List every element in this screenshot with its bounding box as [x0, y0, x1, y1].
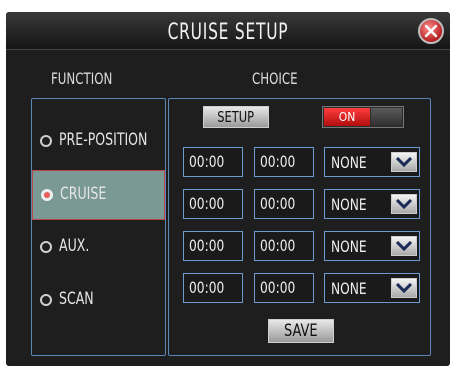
dropdown-button[interactable]	[391, 152, 417, 172]
option-select-4[interactable]: NONE	[324, 273, 420, 303]
choice-panel	[168, 98, 431, 356]
function-item-pre-position[interactable]: PRE-POSITION	[32, 117, 165, 167]
start-time-field-4[interactable]: 00:00	[183, 273, 243, 303]
function-item-scan[interactable]: SCAN	[32, 276, 165, 326]
choice-header: CHOICE	[252, 69, 298, 88]
option-select-1[interactable]: NONE	[324, 147, 420, 177]
option-value: NONE	[331, 195, 367, 214]
setup-button-label: SETUP	[217, 108, 255, 126]
end-time-field-2[interactable]: 00:00	[254, 189, 314, 219]
save-button[interactable]: SAVE	[268, 319, 334, 343]
start-time-value: 00:00	[189, 152, 225, 171]
end-time-field-1[interactable]: 00:00	[254, 147, 314, 177]
option-value: NONE	[331, 279, 367, 298]
end-time-field-3[interactable]: 00:00	[254, 231, 314, 261]
toggle-off-segment	[371, 108, 402, 126]
function-item-label: AUX.	[59, 236, 90, 256]
end-time-value: 00:00	[260, 152, 296, 171]
end-time-field-4[interactable]: 00:00	[254, 273, 314, 303]
option-value: NONE	[331, 153, 367, 172]
start-time-field-3[interactable]: 00:00	[183, 231, 243, 261]
save-button-label: SAVE	[284, 321, 318, 341]
start-time-value: 00:00	[189, 278, 225, 297]
close-icon	[424, 24, 438, 38]
function-header: FUNCTION	[51, 69, 113, 88]
option-value: NONE	[331, 237, 367, 256]
end-time-value: 00:00	[260, 236, 296, 255]
chevron-down-icon	[396, 157, 412, 167]
start-time-field-2[interactable]: 00:00	[183, 189, 243, 219]
dialog-title: CRUISE SETUP	[167, 20, 289, 45]
function-item-cruise[interactable]: CRUISE	[32, 170, 165, 220]
chevron-down-icon	[396, 241, 412, 251]
function-item-label: CRUISE	[60, 184, 107, 204]
dropdown-button[interactable]	[391, 278, 417, 298]
chevron-down-icon	[396, 199, 412, 209]
on-off-toggle[interactable]: ON	[322, 106, 404, 128]
start-time-field-1[interactable]: 00:00	[183, 147, 243, 177]
function-panel: PRE-POSITION CRUISE AUX. SCAN	[31, 98, 166, 356]
title-bar: CRUISE SETUP	[6, 12, 450, 50]
cruise-setup-dialog: CRUISE SETUP FUNCTION CHOICE PRE-POSITIO…	[6, 12, 450, 366]
option-select-3[interactable]: NONE	[324, 231, 420, 261]
close-button[interactable]	[418, 18, 444, 44]
end-time-value: 00:00	[260, 278, 296, 297]
function-item-label: SCAN	[59, 289, 94, 309]
option-select-2[interactable]: NONE	[324, 189, 420, 219]
start-time-value: 00:00	[189, 236, 225, 255]
dropdown-button[interactable]	[391, 236, 417, 256]
setup-button[interactable]: SETUP	[203, 106, 269, 128]
end-time-value: 00:00	[260, 194, 296, 213]
toggle-on-label: ON	[324, 108, 370, 126]
radio-icon[interactable]	[40, 241, 52, 253]
radio-icon[interactable]	[40, 294, 52, 306]
radio-icon[interactable]	[40, 135, 52, 147]
chevron-down-icon	[396, 283, 412, 293]
start-time-value: 00:00	[189, 194, 225, 213]
dropdown-button[interactable]	[391, 194, 417, 214]
function-item-aux[interactable]: AUX.	[32, 223, 165, 273]
radio-selected-icon[interactable]	[41, 189, 53, 201]
function-item-label: PRE-POSITION	[59, 130, 148, 150]
